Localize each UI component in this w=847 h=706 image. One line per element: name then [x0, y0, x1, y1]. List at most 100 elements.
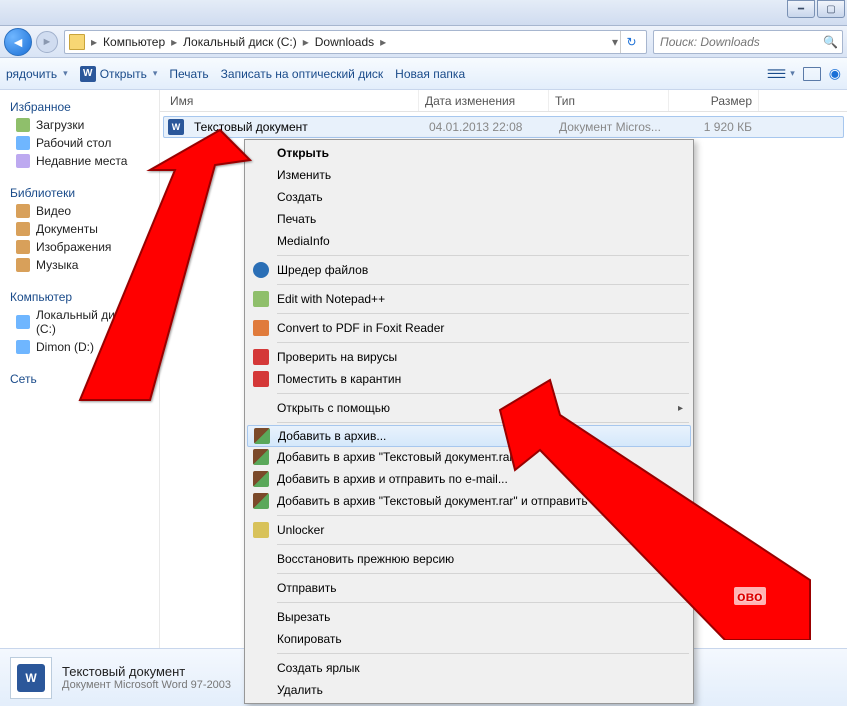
column-name[interactable]: Имя: [164, 90, 419, 111]
column-label: Размер: [711, 94, 752, 108]
nav-forward-button[interactable]: ►: [36, 31, 58, 53]
column-headers: Имя Дата изменения Тип Размер: [160, 90, 847, 112]
chevron-right-icon: ▸: [378, 35, 388, 49]
maximize-button[interactable]: ▢: [817, 0, 845, 18]
ctx-label: Добавить в архив "Текстовый документ.rar…: [277, 494, 588, 508]
ctx-add-archive-named[interactable]: Добавить в архив "Текстовый документ.rar…: [247, 446, 691, 468]
ctx-label: Convert to PDF in Foxit Reader: [277, 321, 444, 335]
organize-button[interactable]: рядочить: [6, 67, 68, 81]
ctx-label: Добавить в архив и отправить по e-mail..…: [277, 472, 508, 486]
separator: [277, 602, 689, 603]
chevron-right-icon: ▸: [169, 35, 179, 49]
ctx-cut[interactable]: Вырезать: [247, 606, 691, 628]
column-label: Имя: [170, 94, 193, 108]
sidebar-libraries-title[interactable]: Библиотеки: [0, 180, 159, 202]
breadcrumb-downloads[interactable]: Downloads: [311, 35, 378, 49]
ctx-create[interactable]: Создать: [247, 186, 691, 208]
sidebar-item-drive-c[interactable]: Локальный диск (C:): [0, 306, 159, 338]
search-icon[interactable]: 🔍: [823, 35, 838, 49]
ctx-shortcut[interactable]: Создать ярлык: [247, 657, 691, 679]
refresh-button[interactable]: ↻: [620, 31, 642, 53]
sidebar-item-desktop[interactable]: Рабочий стол: [0, 134, 159, 152]
separator: [277, 342, 689, 343]
ctx-shredder[interactable]: Шредер файлов: [247, 259, 691, 281]
file-type: Документ Micros...: [553, 120, 673, 134]
file-row-selected[interactable]: W Текстовый документ 04.01.2013 22:08 До…: [163, 116, 844, 138]
sidebar-item-recent[interactable]: Недавние места: [0, 152, 159, 170]
breadcrumb-drive-c[interactable]: Локальный диск (C:): [179, 35, 301, 49]
ctx-open[interactable]: Открыть: [247, 142, 691, 164]
ctx-add-archive-named-send[interactable]: Добавить в архив "Текстовый документ.rar…: [247, 490, 691, 512]
details-file-icon: W: [10, 657, 52, 699]
chevron-down-icon[interactable]: ▾: [610, 35, 620, 49]
ctx-print[interactable]: Печать: [247, 208, 691, 230]
music-icon: [16, 258, 30, 272]
drive-icon: [16, 340, 30, 354]
breadcrumb-computer[interactable]: Компьютер: [99, 35, 169, 49]
breadcrumb[interactable]: ▸ Компьютер ▸ Локальный диск (C:) ▸ Down…: [64, 30, 647, 54]
nav-back-button[interactable]: ◄: [4, 28, 32, 56]
preview-pane-button[interactable]: [803, 67, 821, 81]
sidebar-item-label: Загрузки: [36, 118, 84, 132]
kaspersky-icon: [253, 349, 269, 365]
details-text: Текстовый документ Документ Microsoft Wo…: [62, 664, 231, 691]
burn-button[interactable]: Записать на оптический диск: [221, 67, 384, 81]
open-label: Открыть: [100, 67, 147, 81]
sidebar-item-music[interactable]: Музыка: [0, 256, 159, 274]
sidebar-item-label: Видео: [36, 204, 71, 218]
column-label: Дата изменения: [425, 94, 515, 108]
ctx-quarantine[interactable]: Поместить в карантин: [247, 368, 691, 390]
column-size[interactable]: Размер: [669, 90, 759, 111]
minimize-button[interactable]: ━: [787, 0, 815, 18]
sidebar-item-documents[interactable]: Документы: [0, 220, 159, 238]
sidebar-item-drive-d[interactable]: Dimon (D:): [0, 338, 159, 356]
sidebar-item-label: Музыка: [36, 258, 78, 272]
ctx-edit[interactable]: Изменить: [247, 164, 691, 186]
view-options-button[interactable]: ☰☰: [767, 67, 795, 81]
separator: [277, 544, 689, 545]
file-size: 1 920 КБ: [673, 120, 758, 134]
ctx-add-archive[interactable]: Добавить в архив...: [247, 425, 691, 447]
new-folder-button[interactable]: Новая папка: [395, 67, 465, 81]
ctx-copy[interactable]: Копировать: [247, 628, 691, 650]
print-button[interactable]: Печать: [169, 67, 208, 81]
context-menu: Открыть Изменить Создать Печать MediaInf…: [244, 139, 694, 704]
ctx-label: Поместить в карантин: [277, 372, 401, 386]
chevron-right-icon: ▸: [301, 35, 311, 49]
ctx-label: Unlocker: [277, 523, 324, 537]
column-type[interactable]: Тип: [549, 90, 669, 111]
sidebar-item-videos[interactable]: Видео: [0, 202, 159, 220]
unlocker-icon: [253, 522, 269, 538]
word-icon: W: [80, 66, 96, 82]
separator: [277, 255, 689, 256]
documents-icon: [16, 222, 30, 236]
ctx-mediainfo[interactable]: MediaInfo: [247, 230, 691, 252]
ctx-send-to[interactable]: Отправить: [247, 577, 691, 599]
search-box[interactable]: 🔍: [653, 30, 843, 54]
help-button[interactable]: ◉: [829, 65, 841, 82]
ctx-open-with[interactable]: Открыть с помощью: [247, 397, 691, 419]
sidebar-item-pictures[interactable]: Изображения: [0, 238, 159, 256]
ctx-unlocker[interactable]: Unlocker: [247, 519, 691, 541]
ctx-add-archive-email[interactable]: Добавить в архив и отправить по e-mail..…: [247, 468, 691, 490]
ctx-restore[interactable]: Восстановить прежнюю версию: [247, 548, 691, 570]
notepadpp-icon: [253, 291, 269, 307]
column-date[interactable]: Дата изменения: [419, 90, 549, 111]
sidebar-item-downloads[interactable]: Загрузки: [0, 116, 159, 134]
ctx-foxit[interactable]: Convert to PDF in Foxit Reader: [247, 317, 691, 339]
sidebar-network-title[interactable]: Сеть: [0, 366, 159, 388]
open-button[interactable]: W Открыть: [80, 66, 158, 82]
search-input[interactable]: [658, 34, 823, 50]
details-title: Текстовый документ: [62, 664, 231, 679]
ccleaner-icon: [253, 262, 269, 278]
sidebar-item-label: Локальный диск (C:): [36, 308, 149, 336]
downloads-icon: [16, 118, 30, 132]
ctx-delete[interactable]: Удалить: [247, 679, 691, 701]
sidebar-item-label: Недавние места: [36, 154, 127, 168]
ctx-virus-check[interactable]: Проверить на вирусы: [247, 346, 691, 368]
sidebar-computer-title[interactable]: Компьютер: [0, 284, 159, 306]
file-date: 04.01.2013 22:08: [423, 120, 553, 134]
ctx-notepadpp[interactable]: Edit with Notepad++: [247, 288, 691, 310]
sidebar-favorites-title[interactable]: Избранное: [0, 94, 159, 116]
winrar-icon: [253, 471, 269, 487]
